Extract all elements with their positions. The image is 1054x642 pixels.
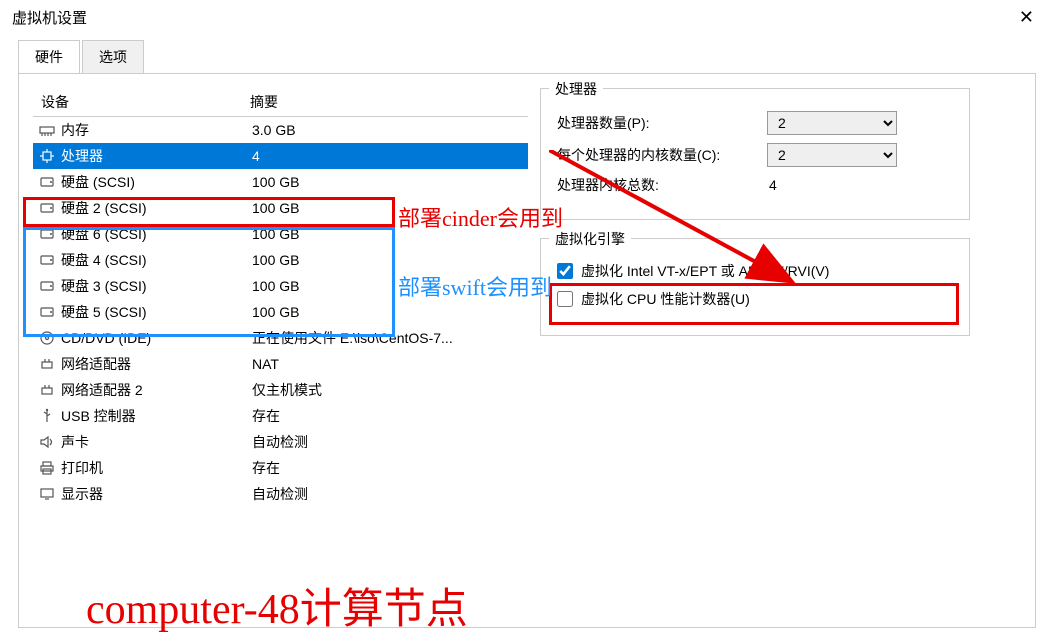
device-summary: 自动检测 <box>252 484 528 504</box>
device-summary: 3.0 GB <box>252 122 528 138</box>
device-summary: 100 GB <box>252 226 528 242</box>
close-icon[interactable]: ✕ <box>1011 7 1042 28</box>
device-summary: 自动检测 <box>252 432 528 452</box>
tab-strip: 硬件 选项 <box>0 34 1054 73</box>
processors-count-select[interactable]: 2 <box>767 111 897 135</box>
device-name: 硬盘 (SCSI) <box>57 172 252 192</box>
device-summary: 100 GB <box>252 278 528 294</box>
virtualization-group-title: 虚拟化引擎 <box>549 229 631 249</box>
disk-icon <box>37 174 57 190</box>
device-row[interactable]: 硬盘 3 (SCSI)100 GB <box>33 273 528 299</box>
detail-panel: 处理器 处理器数量(P): 2 每个处理器的内核数量(C): 2 处理器内 <box>540 88 970 354</box>
device-name: 硬盘 3 (SCSI) <box>57 276 252 296</box>
processor-group-title: 处理器 <box>549 79 603 99</box>
device-name: 打印机 <box>57 458 252 478</box>
device-name: 硬盘 5 (SCSI) <box>57 302 252 322</box>
device-summary: 正在使用文件 E:\iso\CentOS-7... <box>252 328 528 348</box>
device-summary: 存在 <box>252 406 528 426</box>
header-device: 设备 <box>35 92 250 112</box>
device-row[interactable]: 硬盘 (SCSI)100 GB <box>33 169 528 195</box>
device-row[interactable]: 处理器4 <box>33 143 528 169</box>
cd-icon <box>37 330 57 346</box>
device-name: 处理器 <box>57 146 252 166</box>
device-summary: 仅主机模式 <box>252 380 528 400</box>
disk-icon <box>37 278 57 294</box>
cpu-perf-label: 虚拟化 CPU 性能计数器(U) <box>581 289 750 309</box>
display-icon <box>37 486 57 502</box>
total-cores-value: 4 <box>767 177 953 193</box>
window-title: 虚拟机设置 <box>12 7 87 28</box>
disk-icon <box>37 252 57 268</box>
device-summary: 100 GB <box>252 252 528 268</box>
device-name: USB 控制器 <box>57 406 252 426</box>
cpu-perf-checkbox[interactable] <box>557 291 573 307</box>
cores-per-processor-label: 每个处理器的内核数量(C): <box>557 145 767 165</box>
header-summary: 摘要 <box>250 92 526 112</box>
device-name: 网络适配器 2 <box>57 380 252 400</box>
total-cores-label: 处理器内核总数: <box>557 175 767 195</box>
tab-options[interactable]: 选项 <box>82 40 144 73</box>
processor-group: 处理器 处理器数量(P): 2 每个处理器的内核数量(C): 2 处理器内 <box>540 88 970 220</box>
sound-icon <box>37 434 57 450</box>
processors-count-label: 处理器数量(P): <box>557 113 767 133</box>
device-list-panel: 设备 摘要 内存3.0 GB处理器4硬盘 (SCSI)100 GB硬盘 2 (S… <box>33 88 528 507</box>
device-row[interactable]: 网络适配器NAT <box>33 351 528 377</box>
device-name: 硬盘 4 (SCSI) <box>57 250 252 270</box>
usb-icon <box>37 408 57 424</box>
device-row[interactable]: 硬盘 4 (SCSI)100 GB <box>33 247 528 273</box>
disk-icon <box>37 304 57 320</box>
titlebar: 虚拟机设置 ✕ <box>0 0 1054 34</box>
device-summary: 存在 <box>252 458 528 478</box>
disk-icon <box>37 200 57 216</box>
printer-icon <box>37 460 57 476</box>
device-row[interactable]: USB 控制器存在 <box>33 403 528 429</box>
device-row[interactable]: 硬盘 2 (SCSI)100 GB <box>33 195 528 221</box>
device-table-header: 设备 摘要 <box>33 88 528 117</box>
settings-panel: 设备 摘要 内存3.0 GB处理器4硬盘 (SCSI)100 GB硬盘 2 (S… <box>18 73 1036 628</box>
virtualization-group: 虚拟化引擎 虚拟化 Intel VT-x/EPT 或 AMD-V/RVI(V) … <box>540 238 970 336</box>
device-name: 声卡 <box>57 432 252 452</box>
tab-hardware[interactable]: 硬件 <box>18 40 80 73</box>
device-row[interactable]: 硬盘 5 (SCSI)100 GB <box>33 299 528 325</box>
device-row[interactable]: 内存3.0 GB <box>33 117 528 143</box>
memory-icon <box>37 122 57 138</box>
device-name: 显示器 <box>57 484 252 504</box>
net-icon <box>37 382 57 398</box>
device-row[interactable]: CD/DVD (IDE)正在使用文件 E:\iso\CentOS-7... <box>33 325 528 351</box>
device-name: 硬盘 2 (SCSI) <box>57 198 252 218</box>
cores-per-processor-select[interactable]: 2 <box>767 143 897 167</box>
device-summary: 4 <box>252 148 528 164</box>
vtx-label: 虚拟化 Intel VT-x/EPT 或 AMD-V/RVI(V) <box>581 261 829 281</box>
vtx-checkbox[interactable] <box>557 263 573 279</box>
device-name: 硬盘 6 (SCSI) <box>57 224 252 244</box>
device-summary: NAT <box>252 356 528 372</box>
cpu-icon <box>37 148 57 164</box>
device-row[interactable]: 显示器自动检测 <box>33 481 528 507</box>
device-name: CD/DVD (IDE) <box>57 330 252 346</box>
device-row[interactable]: 网络适配器 2仅主机模式 <box>33 377 528 403</box>
device-name: 网络适配器 <box>57 354 252 374</box>
device-summary: 100 GB <box>252 174 528 190</box>
device-row[interactable]: 声卡自动检测 <box>33 429 528 455</box>
net-icon <box>37 356 57 372</box>
device-summary: 100 GB <box>252 200 528 216</box>
device-row[interactable]: 打印机存在 <box>33 455 528 481</box>
disk-icon <box>37 226 57 242</box>
device-summary: 100 GB <box>252 304 528 320</box>
device-row[interactable]: 硬盘 6 (SCSI)100 GB <box>33 221 528 247</box>
device-name: 内存 <box>57 120 252 140</box>
